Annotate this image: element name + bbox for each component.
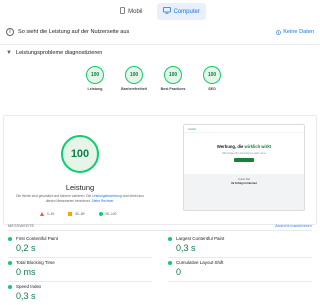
no-data-link[interactable]: Keine Daten: [276, 29, 314, 35]
expand-view-toggle[interactable]: Ansicht maximieren: [275, 224, 312, 228]
legend-label: 50–89: [75, 212, 85, 216]
score-legend: 0–49 50–89 90–100: [40, 212, 117, 216]
gauge-score: 100: [203, 66, 221, 84]
diagnose-title: Leistungsprobleme diagnostizieren: [15, 50, 103, 56]
metrics-divider: [8, 230, 312, 231]
metric-lcp: Largest Contentful Paint 0,3 s: [168, 236, 308, 253]
screenshot-headline-part2: wirklich wirkt: [244, 144, 272, 149]
square-icon: [68, 212, 73, 216]
circle-icon: [168, 260, 172, 265]
description-text: Die Werte sind geschätzt und können vari…: [16, 194, 93, 198]
metric-label: Total Blocking Time: [16, 260, 55, 265]
metric-value: 0: [176, 267, 182, 277]
metric-divider: [8, 257, 152, 258]
metric-divider: [8, 281, 152, 282]
gauge-seo[interactable]: 100 SEO: [199, 66, 225, 91]
gauge-label: SEO: [208, 87, 216, 91]
field-data-header: i So sieht die Leistung auf der Nutzerse…: [6, 26, 314, 38]
gauge-label: Leistung: [87, 87, 103, 91]
field-data-title: So sieht die Leistung auf der Nutzerseit…: [18, 29, 130, 35]
desktop-icon: [162, 7, 171, 16]
screenshot-bottom: Unser Ziel Ihr Erfolg im Internet: [184, 174, 304, 210]
metric-label: Cumulative Layout Shift: [176, 260, 224, 265]
metric-label: Speed Index: [16, 284, 42, 289]
score-gauges: 100 Leistung 100 Barrierefreiheit 100 Be…: [82, 66, 225, 91]
tab-mobile-label: Mobil: [128, 8, 143, 15]
metric-value: 0,3 s: [16, 291, 36, 301]
gauge-accessibility[interactable]: 100 Barrierefreiheit: [121, 66, 147, 91]
metrics-title: MESSWERTE: [8, 224, 35, 228]
circle-icon: [8, 260, 12, 265]
legend-average: 50–89: [68, 212, 85, 216]
gauge-label: Barrierefreiheit: [121, 87, 147, 91]
gauge-performance[interactable]: 100 Leistung: [82, 66, 108, 91]
score-link[interactable]: Leistungsbewertung: [92, 194, 122, 198]
no-data-label: Keine Daten: [283, 29, 314, 35]
tab-desktop-label: Computer: [173, 8, 200, 15]
screenshot-header: webflo: [184, 125, 304, 133]
metric-label: Largest Contentful Paint: [176, 236, 225, 241]
screenshot-headline-part1: Werbung, die: [216, 144, 245, 149]
screenshot-subline: Wir bringen Ihr Unternehmen nach vorne: [222, 152, 266, 155]
performance-score-gauge: 100: [61, 135, 99, 173]
legend-good: 90–100: [98, 212, 117, 216]
phone-icon: [120, 7, 126, 16]
metric-divider: [168, 281, 312, 282]
screenshot-bottom-sub: Ihr Erfolg im Internet: [231, 182, 257, 185]
gauge-best-practices[interactable]: 100 Best Practices: [160, 66, 186, 91]
chevron-down-icon: ▼: [6, 50, 12, 56]
section-divider: [0, 44, 320, 45]
triangle-icon: [40, 212, 44, 216]
metric-tbt: Total Blocking Time 0 ms: [8, 260, 148, 277]
legend-poor: 0–49: [40, 212, 54, 216]
circle-icon: [98, 212, 103, 216]
metric-divider: [168, 257, 312, 258]
metric-cls: Cumulative Layout Shift 0: [168, 260, 308, 277]
screenshot-bottom-title: Unser Ziel: [238, 178, 250, 181]
metrics-header: MESSWERTE Ansicht maximieren: [8, 224, 312, 228]
calculator-link[interactable]: Siehe Rechner.: [92, 199, 115, 203]
screenshot-cta: [234, 158, 254, 162]
legend-label: 0–49: [47, 212, 55, 216]
gauge-label: Best Practices: [160, 87, 186, 91]
tab-desktop[interactable]: Computer: [156, 3, 206, 20]
metric-value: 0,2 s: [16, 243, 36, 253]
circle-icon: [168, 236, 172, 241]
diagnose-header[interactable]: ▼ Leistungsprobleme diagnostizieren: [6, 48, 314, 58]
gauge-score: 100: [86, 66, 104, 84]
metric-speed-index: Speed Index 0,3 s: [8, 284, 148, 301]
legend-label: 90–100: [105, 212, 117, 216]
gauge-score: 100: [164, 66, 182, 84]
metric-value: 0,3 s: [176, 243, 196, 253]
page-screenshot: webflo Werbung, die wirklich wirkt Wir b…: [183, 124, 305, 211]
device-tabs: Mobil Computer: [0, 3, 320, 21]
performance-label: Leistung: [65, 183, 95, 192]
tab-mobile[interactable]: Mobil: [114, 3, 148, 20]
circle-icon: [8, 236, 12, 241]
screenshot-headline: Werbung, die wirklich wirkt: [184, 144, 304, 149]
screenshot-brand: webflo: [188, 126, 197, 131]
info-small-icon: [276, 29, 282, 35]
metric-label: First Contentful Paint: [16, 236, 59, 241]
metric-value: 0 ms: [16, 267, 36, 277]
info-icon[interactable]: i: [6, 28, 14, 36]
circle-icon: [8, 284, 12, 289]
gauge-score: 100: [125, 66, 143, 84]
metric-fcp: First Contentful Paint 0,2 s: [8, 236, 148, 253]
performance-description: Die Werte sind geschätzt und können vari…: [14, 194, 146, 204]
